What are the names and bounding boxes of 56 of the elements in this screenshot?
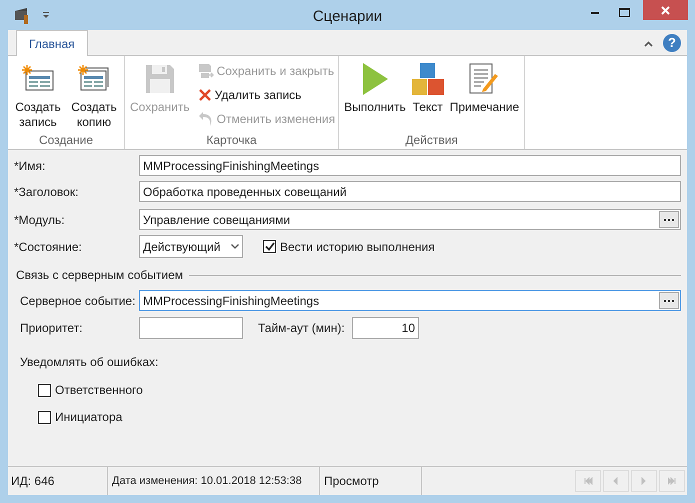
next-icon: [640, 477, 648, 485]
close-button[interactable]: [643, 0, 688, 20]
minimize-icon[interactable]: [591, 12, 599, 15]
input-field[interactable]: Управление совещаниями: [139, 209, 681, 230]
window-title: Сценарии: [312, 7, 382, 27]
dropdown[interactable]: Действующий: [139, 235, 243, 258]
field-label: *Модуль:: [14, 212, 66, 228]
group-label: Действия: [404, 132, 459, 149]
previous-icon: [612, 477, 620, 485]
input-field[interactable]: 10: [352, 317, 419, 339]
field-label: *Имя:: [14, 158, 46, 174]
section-title: Связь с серверным событием: [16, 267, 184, 284]
status-modified: Дата изменения: 10.01.2018 12:53:38: [108, 467, 320, 495]
ribbon-button[interactable]: Создать копию: [67, 60, 121, 131]
checkbox[interactable]: [38, 384, 51, 396]
quick-access-dropdown-icon[interactable]: [42, 11, 50, 19]
checkbox-label: Ответственного: [55, 382, 143, 399]
group-label: Карточка: [205, 132, 258, 149]
note-icon: [469, 63, 500, 95]
checkbox-label: Инициатора: [55, 409, 122, 426]
input-field[interactable]: MMProcessingFinishingMeetings: [139, 155, 681, 176]
first-page-icon: [584, 477, 592, 485]
ribbon-button[interactable]: Создать запись: [11, 60, 65, 131]
ribbon-button[interactable]: Примечание: [448, 60, 522, 131]
field-label: Приоритет:: [19, 320, 84, 337]
input-field[interactable]: MMProcessingFinishingMeetings: [139, 290, 681, 311]
ribbon-button[interactable]: Удалить запись: [198, 85, 336, 105]
play-icon: [362, 63, 388, 95]
field-label: Серверное событие:: [19, 292, 136, 310]
field-label: *Состояние:: [14, 238, 83, 256]
status-id: ИД: 646: [8, 467, 108, 495]
last-page-icon: [668, 477, 676, 485]
status-mode: Просмотр: [320, 467, 422, 495]
ribbon-tab[interactable]: Главная: [16, 30, 88, 56]
browse-button[interactable]: [659, 292, 679, 309]
field-label: Тайм-аут (мин):: [258, 320, 346, 337]
input-field[interactable]: [139, 317, 243, 339]
group-label: Создание: [38, 132, 94, 149]
delete-icon: [198, 88, 212, 102]
browse-button[interactable]: [659, 211, 679, 228]
field-label: *Заголовок:: [14, 184, 80, 200]
checkbox-label: Вести историю выполнения: [280, 238, 435, 256]
save-close-icon: [198, 63, 214, 79]
group-label: Уведомлять об ошибках:: [19, 354, 160, 371]
colored-blocks-icon: [412, 63, 444, 95]
input-field[interactable]: Обработка проведенных совещаний: [139, 181, 681, 202]
collapse-ribbon-icon[interactable]: [644, 41, 653, 47]
help-button[interactable]: ?: [663, 34, 681, 52]
close-icon: [661, 6, 670, 14]
maximize-icon[interactable]: [619, 8, 630, 17]
ribbon-button[interactable]: Выполнить: [342, 60, 408, 131]
ribbon-button[interactable]: Текст: [410, 60, 446, 131]
checkbox[interactable]: [38, 410, 51, 424]
chevron-down-icon: [231, 244, 239, 249]
checkbox[interactable]: [263, 240, 276, 253]
undo-icon: [198, 111, 214, 127]
